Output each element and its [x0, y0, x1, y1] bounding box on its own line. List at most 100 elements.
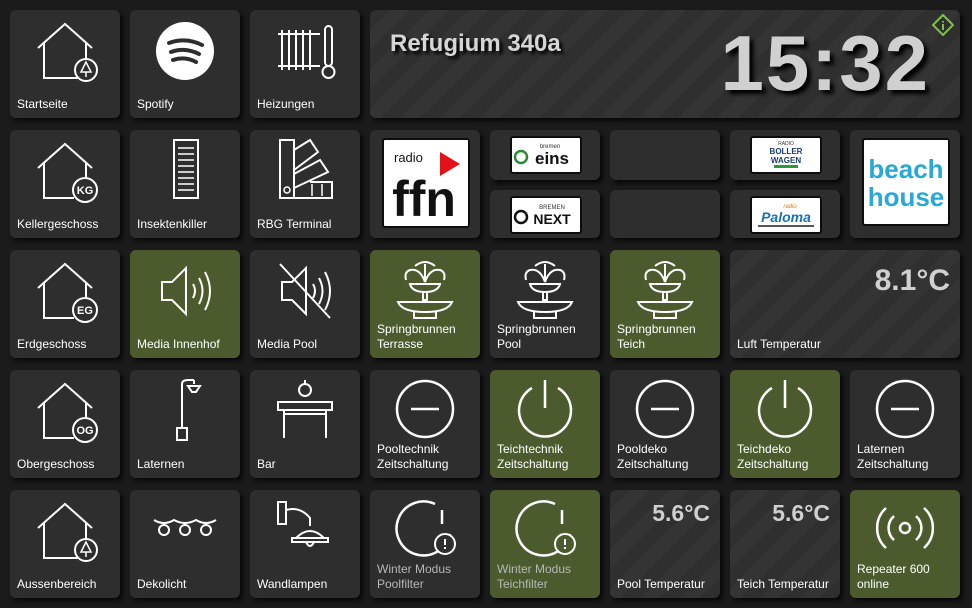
tile-springbrunnen-teich[interactable]: Springbrunnen Teich — [610, 250, 720, 358]
tile-springbrunnen-pool[interactable]: Springbrunnen Pool — [490, 250, 600, 358]
label-line: Pooltechnik — [377, 442, 440, 456]
tile-teich-temperatur[interactable]: 5.6°C Teich Temperatur — [730, 490, 840, 598]
minus-circle-icon — [875, 379, 935, 439]
tile-media-pool[interactable]: Media Pool — [250, 250, 360, 358]
bremen-eins-logo: bremen eins — [510, 136, 582, 174]
label-line: Winter Modus — [497, 562, 572, 576]
tile-radio-ffn[interactable]: radio ffn — [370, 130, 480, 238]
tile-radio-empty-2[interactable] — [610, 190, 720, 238]
fountain-icon — [636, 261, 694, 319]
tile-radio-beach-house[interactable]: beach house — [850, 130, 960, 238]
tile-label: Obergeschoss — [17, 457, 95, 471]
label-line: online — [857, 577, 890, 591]
tile-insektenkiller[interactable]: Insektenkiller — [130, 130, 240, 238]
wifi-signal-icon — [875, 507, 935, 549]
beach-text-2: house — [868, 182, 945, 212]
tile-repeater[interactable]: Repeater 600 online — [850, 490, 960, 598]
tile-label: Media Pool — [257, 337, 318, 351]
tile-heizungen[interactable]: Heizungen — [250, 10, 360, 118]
tile-laternen[interactable]: Laternen — [130, 370, 240, 478]
label-line: Winter Modus — [377, 562, 452, 576]
pond-temperature-value: 5.6°C — [772, 500, 830, 526]
tile-obergeschoss[interactable]: OG Obergeschoss — [10, 370, 120, 478]
label-line: Teichtechnik — [497, 442, 564, 456]
tile-spotify[interactable]: Spotify — [130, 10, 240, 118]
tile-label: Springbrunnen Pool — [497, 322, 596, 352]
minus-circle-icon — [395, 379, 455, 439]
tile-springbrunnen-terrasse[interactable]: Springbrunnen Terrasse — [370, 250, 480, 358]
street-lamp-icon — [176, 379, 202, 441]
label-line: Zeitschaltung — [737, 457, 809, 471]
page-title: Refugium 340a — [390, 30, 561, 57]
label-line: Laternen — [857, 442, 905, 456]
tile-startseite[interactable]: Startseite — [10, 10, 120, 118]
radiator-thermometer-icon — [278, 25, 336, 79]
tile-teichtechnik-zeitschaltung[interactable]: Teichtechnik Zeitschaltung — [490, 370, 600, 478]
insect-killer-icon — [173, 139, 199, 199]
badge-text: KG — [77, 185, 94, 197]
paloma-text-main: Paloma — [761, 209, 811, 225]
tile-label: Aussenbereich — [17, 577, 97, 591]
info-icon[interactable] — [932, 14, 954, 36]
label-line: Pool — [497, 337, 522, 351]
home-tree-icon — [37, 502, 98, 562]
string-lights-icon — [153, 518, 217, 536]
clock: 15:32 — [720, 19, 930, 107]
tile-radio-paloma[interactable]: radio Paloma — [730, 190, 840, 238]
wall-lamp-icon — [277, 501, 329, 547]
tile-label: RBG Terminal — [257, 217, 332, 231]
fountain-icon — [516, 261, 574, 319]
home-og-icon: OG — [37, 382, 98, 443]
tile-pool-temperatur[interactable]: 5.6°C Pool Temperatur — [610, 490, 720, 598]
tile-bar[interactable]: Bar — [250, 370, 360, 478]
table-lamp-icon — [277, 380, 333, 438]
badge-text: EG — [77, 305, 93, 317]
tile-kellergeschoss[interactable]: KG Kellergeschoss — [10, 130, 120, 238]
tile-radio-bollerwagen[interactable]: RADIO BOLLER WAGEN — [730, 130, 840, 180]
label-line: Springbrunnen — [497, 322, 576, 336]
tile-label: Pooltechnik Zeitschaltung — [377, 442, 476, 472]
tile-label: Dekolicht — [137, 577, 187, 591]
tile-label: Wandlampen — [257, 577, 328, 591]
tile-radio-bremen-next[interactable]: BREMEN NEXT — [490, 190, 600, 238]
tile-aussenbereich[interactable]: Aussenbereich — [10, 490, 120, 598]
tile-label: Winter Modus Poolfilter — [377, 562, 476, 592]
home-tree-icon — [37, 22, 98, 82]
ffn-logo-text-main: ffn — [392, 171, 456, 226]
color-palette-icon — [279, 138, 333, 199]
tile-luft-temperatur[interactable]: 8.1°C Luft Temperatur — [730, 250, 960, 358]
tile-teichdeko-zeitschaltung[interactable]: Teichdeko Zeitschaltung — [730, 370, 840, 478]
tile-label: Teichtechnik Zeitschaltung — [497, 442, 596, 472]
tile-pooldeko-zeitschaltung[interactable]: Pooldeko Zeitschaltung — [610, 370, 720, 478]
tile-radio-empty-1[interactable] — [610, 130, 720, 180]
tile-label: Laternen — [137, 457, 185, 471]
pool-temperature-value: 5.6°C — [652, 500, 710, 526]
tile-media-innenhof[interactable]: Media Innenhof — [130, 250, 240, 358]
label-line: Teichdeko — [737, 442, 792, 456]
tile-label: Winter Modus Teichfilter — [497, 562, 596, 592]
tile-label: Insektenkiller — [137, 217, 208, 231]
label-line: Springbrunnen — [617, 322, 696, 336]
tile-label: Spotify — [137, 97, 174, 111]
tile-erdgeschoss[interactable]: EG Erdgeschoss — [10, 250, 120, 358]
label-line: Terrasse — [377, 337, 424, 351]
tile-winter-modus-teichfilter[interactable]: Winter Modus Teichfilter — [490, 490, 600, 598]
tile-laternen-zeitschaltung[interactable]: Laternen Zeitschaltung — [850, 370, 960, 478]
beach-text-1: beach — [868, 154, 943, 184]
tile-label: Heizungen — [257, 97, 315, 111]
tile-dekolicht[interactable]: Dekolicht — [130, 490, 240, 598]
tile-label: Springbrunnen Teich — [617, 322, 716, 352]
tile-winter-modus-poolfilter[interactable]: Winter Modus Poolfilter — [370, 490, 480, 598]
label-line: Teichfilter — [497, 577, 548, 591]
tile-radio-bremen-eins[interactable]: bremen eins — [490, 130, 600, 180]
label-line: Springbrunnen — [377, 322, 456, 336]
air-temperature-value: 8.1°C — [874, 264, 950, 297]
header-panel: Refugium 340a 15:32 — [370, 10, 960, 118]
tile-label: Repeater 600 online — [857, 562, 956, 592]
tile-label: Teichdeko Zeitschaltung — [737, 442, 836, 472]
tile-label: Teich Temperatur — [737, 577, 829, 591]
label-line: Poolfilter — [377, 577, 424, 591]
tile-pooltechnik-zeitschaltung[interactable]: Pooltechnik Zeitschaltung — [370, 370, 480, 478]
tile-wandlampen[interactable]: Wandlampen — [250, 490, 360, 598]
tile-rbg-terminal[interactable]: RBG Terminal — [250, 130, 360, 238]
